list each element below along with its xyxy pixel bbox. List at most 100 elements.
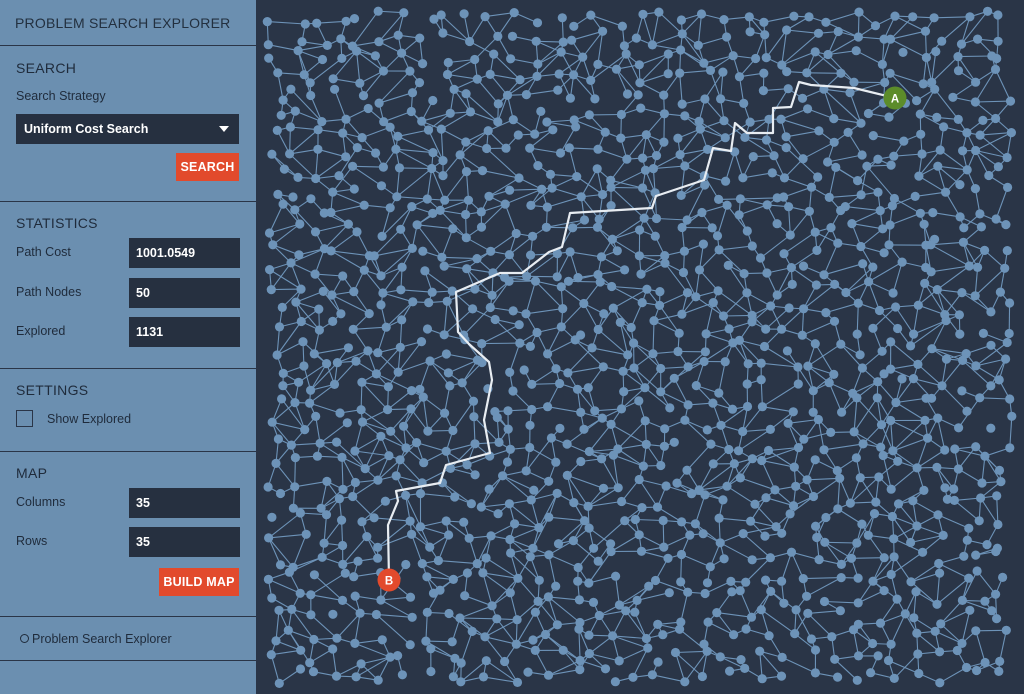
graph-node xyxy=(648,349,658,359)
graph-node xyxy=(789,462,799,472)
graph-node xyxy=(994,465,1005,475)
graph-node xyxy=(392,192,402,202)
graph-node xyxy=(277,394,287,404)
graph-map[interactable]: A B xyxy=(256,0,1024,694)
graph-node xyxy=(477,339,487,349)
graph-node xyxy=(530,276,541,286)
graph-node xyxy=(468,396,479,406)
graph-node xyxy=(655,300,665,310)
graph-node xyxy=(364,309,374,319)
graph-node xyxy=(305,78,315,88)
graph-node xyxy=(758,86,768,96)
graph-node xyxy=(480,632,490,642)
graph-node xyxy=(921,52,932,63)
graph-node xyxy=(533,161,543,171)
graph-node xyxy=(634,60,644,70)
graph-node xyxy=(336,309,346,319)
graph-node xyxy=(927,344,937,354)
graph-node xyxy=(399,421,409,431)
graph-node xyxy=(486,246,496,256)
graph-node xyxy=(784,202,794,212)
search-button[interactable]: SEARCH xyxy=(176,153,239,181)
graph-node xyxy=(714,245,724,255)
graph-node xyxy=(698,529,708,539)
footer-link[interactable]: Problem Search Explorer xyxy=(0,617,256,661)
graph-node xyxy=(849,77,859,87)
graph-node xyxy=(683,362,693,372)
graph-node xyxy=(724,324,734,334)
graph-node xyxy=(650,575,661,586)
settings-section: SETTINGS Show Explored xyxy=(0,369,256,452)
graph-node xyxy=(916,129,926,139)
graph-node xyxy=(744,12,754,22)
search-section: SEARCH Search Strategy Uniform Cost Sear… xyxy=(0,46,256,202)
graph-node xyxy=(833,504,843,514)
build-map-button[interactable]: BUILD MAP xyxy=(159,568,239,596)
graph-node xyxy=(563,276,574,286)
graph-node xyxy=(342,418,352,428)
graph-node xyxy=(958,237,969,247)
graph-node xyxy=(978,328,989,338)
graph-node xyxy=(461,209,471,220)
graph-node xyxy=(405,516,415,526)
graph-node xyxy=(350,477,360,488)
graph-node xyxy=(856,241,866,252)
graph-node xyxy=(423,426,433,436)
graph-node xyxy=(694,116,704,126)
graph-node xyxy=(456,658,466,668)
graph-node xyxy=(408,297,418,307)
graph-node xyxy=(350,638,360,649)
goal-node[interactable]: B xyxy=(377,568,401,592)
graph-node xyxy=(440,408,450,418)
graph-node xyxy=(596,252,607,262)
graph-node xyxy=(275,560,286,570)
graph-node xyxy=(542,202,552,212)
graph-node xyxy=(788,501,799,511)
graph-node xyxy=(810,47,820,57)
graph-node xyxy=(391,471,401,481)
graph-node xyxy=(593,59,603,69)
graph-node xyxy=(572,384,583,394)
graph-node xyxy=(700,94,710,104)
graph-node xyxy=(306,90,316,101)
show-explored-label[interactable]: Show Explored xyxy=(47,412,131,426)
graph-node xyxy=(634,474,644,485)
graph-node xyxy=(887,201,898,211)
graph-node xyxy=(419,458,429,468)
graph-node xyxy=(1007,411,1017,421)
graph-node xyxy=(341,114,351,124)
graph-node xyxy=(664,588,674,598)
graph-node xyxy=(521,466,531,476)
graph-node xyxy=(416,337,427,347)
graph-node xyxy=(626,322,636,333)
graph-node xyxy=(386,426,396,436)
graph-node xyxy=(617,21,627,31)
graph-node xyxy=(912,463,922,473)
graph-node xyxy=(396,285,406,295)
show-explored-checkbox[interactable] xyxy=(16,410,33,427)
graph-node xyxy=(658,515,668,526)
graph-node xyxy=(687,489,697,499)
graph-node xyxy=(569,21,579,31)
graph-node xyxy=(705,65,716,75)
graph-node xyxy=(953,66,964,76)
graph-node xyxy=(616,133,626,143)
graph-node xyxy=(613,483,623,493)
graph-node xyxy=(377,231,387,241)
graph-node xyxy=(851,46,861,56)
graph-node xyxy=(598,483,609,493)
graph-node xyxy=(313,144,323,154)
graph-node xyxy=(547,183,557,193)
graph-node xyxy=(994,666,1004,677)
rows-input[interactable]: 35 xyxy=(129,527,240,557)
graph-node xyxy=(396,224,406,234)
graph-node xyxy=(317,54,328,65)
graph-node xyxy=(690,519,700,529)
columns-input[interactable]: 35 xyxy=(129,488,240,518)
graph-node xyxy=(975,130,985,140)
graph-node xyxy=(630,514,640,525)
graph-node xyxy=(489,49,499,59)
search-strategy-select[interactable]: Uniform Cost Search xyxy=(16,114,239,144)
graph-node xyxy=(622,89,633,99)
start-node[interactable]: A xyxy=(883,86,907,110)
